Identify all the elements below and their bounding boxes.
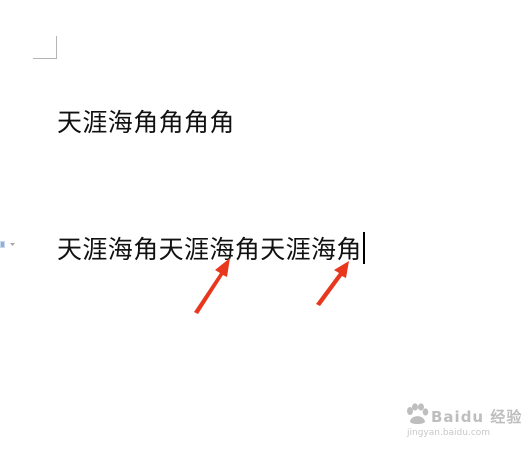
watermark-url: jingyan.baidu.com xyxy=(407,428,491,438)
margin-corner-icon xyxy=(33,36,57,59)
text-cursor xyxy=(362,232,365,264)
baidu-jingyan-watermark: Baidu 经验 jingyan.baidu.com xyxy=(403,403,521,443)
red-arrow-icon xyxy=(194,258,230,314)
baidu-paw-icon xyxy=(407,403,429,424)
red-arrow-icon xyxy=(316,261,349,306)
line-1-text: 天涯海角角角角 xyxy=(57,108,235,137)
paragraph-anchor-icon[interactable] xyxy=(0,238,22,252)
document-line-1[interactable]: 天涯海角角角角 xyxy=(57,108,235,138)
watermark-logo-text: Baidu 经验 xyxy=(431,408,523,426)
document-page: 天涯海角角角角 天涯海角天涯海角天涯海角 Baidu 经验 jingyan.ba… xyxy=(0,0,523,461)
